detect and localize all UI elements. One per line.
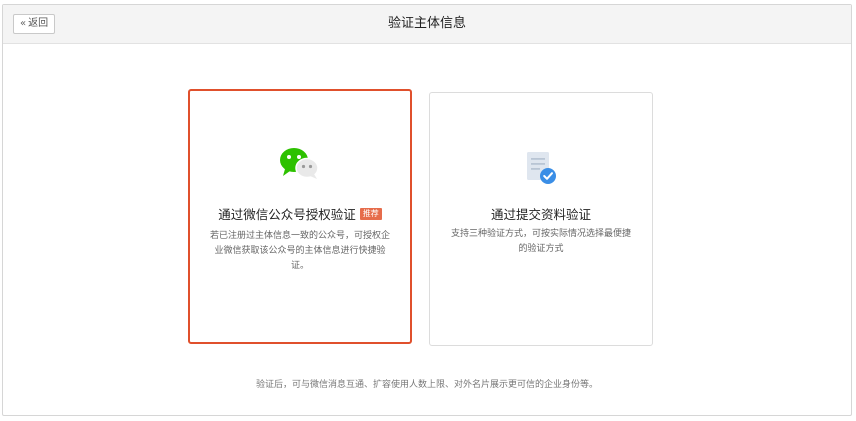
option-title: 通过提交资料验证 (430, 204, 652, 223)
option-description: 若已注册过主体信息一致的公众号，可授权企业微信获取该公众号的主体信息进行快捷验证… (209, 231, 390, 271)
option-card-submit-documents[interactable]: 通过提交资料验证 支持三种验证方式，可按实际情况选择最便捷的验证方式 (429, 92, 653, 346)
page-title: 验证主体信息 (387, 16, 466, 31)
option-description: 支持三种验证方式，可按实际情况选择最便捷的验证方式 (450, 229, 631, 254)
document-check-icon (430, 148, 652, 188)
option-title-text: 通过微信公众号授权验证 (218, 207, 356, 222)
top-bar: « 返回 验证主体信息 (3, 5, 851, 44)
recommended-badge: 推荐 (359, 207, 382, 220)
wechat-icon (190, 146, 410, 182)
option-card-wechat-auth[interactable]: 通过微信公众号授权验证 推荐 若已注册过主体信息一致的公众号，可授权企业微信获取… (188, 89, 412, 344)
option-title: 通过微信公众号授权验证 推荐 (190, 204, 410, 223)
footer-note: 验证后，可与微信消息互通、扩容使用人数上限、对外名片展示更可信的企业身份等。 (255, 380, 598, 390)
verification-window: « 返回 验证主体信息 通过微信公众号授权验证 推荐 若已注册过主体信息一致的公… (2, 4, 852, 416)
option-title-text: 通过提交资料验证 (490, 207, 591, 222)
